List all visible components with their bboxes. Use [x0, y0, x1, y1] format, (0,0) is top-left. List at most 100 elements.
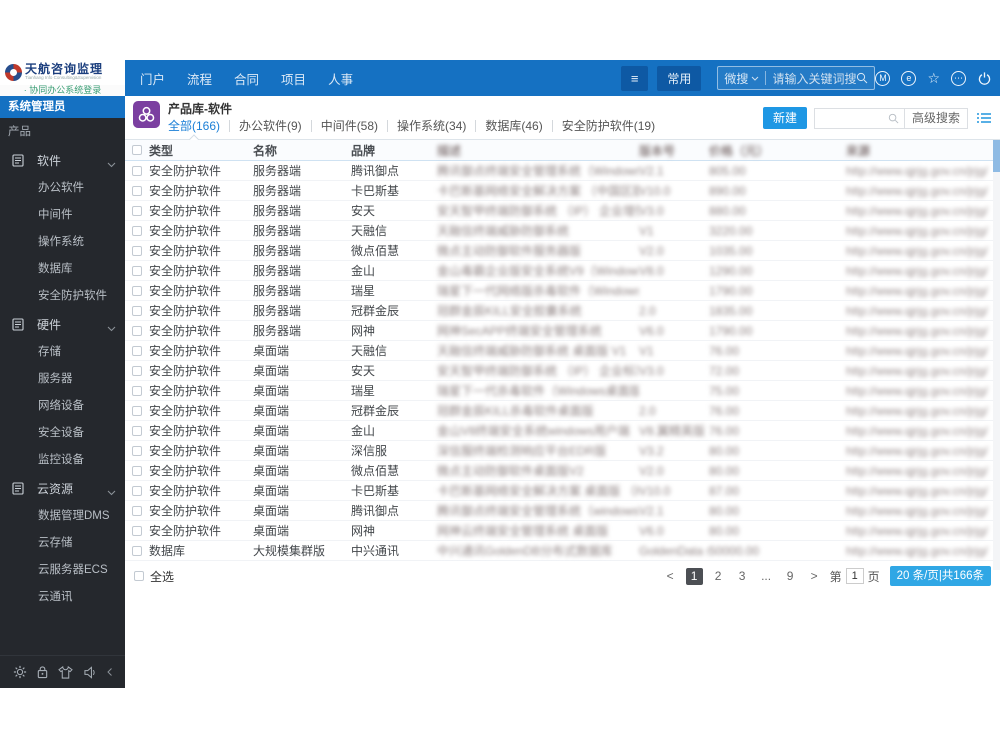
table-row[interactable]: 安全防护软件 服务器端 卡巴斯基 卡巴斯基网络安全解决方案 （中国区版本）KESSV1…: [125, 181, 1000, 201]
nav-item-门户[interactable]: 门户: [129, 69, 176, 88]
row-checkbox[interactable]: [132, 485, 142, 496]
tab-全部(166)[interactable]: 全部(166): [168, 117, 220, 134]
new-button[interactable]: 新建: [762, 107, 807, 129]
sidebar-group-软件[interactable]: 软件: [0, 146, 125, 175]
row-checkbox[interactable]: [132, 205, 142, 216]
favorite-icon[interactable]: ☆: [927, 71, 940, 85]
header-checkbox[interactable]: [132, 145, 142, 155]
table-row[interactable]: 安全防护软件 桌面端 瑞星 瑞星下一代杀毒软件（Windows桌面版） 75.00 htt…: [125, 381, 1000, 401]
tab-操作系统(34)[interactable]: 操作系统(34): [397, 117, 466, 134]
table-row[interactable]: 安全防护软件 服务器端 金山 金山毒霸企业版安全系统V9（Windows服务器版）V8…: [125, 261, 1000, 281]
power-icon[interactable]: [977, 71, 992, 86]
page-button-9[interactable]: 9: [782, 568, 799, 585]
page-button-2[interactable]: 2: [710, 568, 727, 585]
page-jump-input[interactable]: 1: [845, 568, 864, 584]
row-checkbox[interactable]: [132, 385, 142, 396]
settings-icon[interactable]: [13, 665, 27, 679]
collapse-icon[interactable]: [107, 668, 113, 676]
nav-item-项目[interactable]: 项目: [270, 69, 317, 88]
select-all-checkbox[interactable]: [134, 571, 144, 581]
sidebar-item-安全设备[interactable]: 安全设备: [0, 420, 125, 447]
speaker-icon[interactable]: [83, 665, 98, 679]
collab-login-link[interactable]: · 协同办公系统登录: [0, 85, 125, 96]
sidebar-item-监控设备[interactable]: 监控设备: [0, 447, 125, 474]
message-icon[interactable]: M: [875, 70, 891, 86]
row-checkbox[interactable]: [132, 325, 142, 336]
sidebar-item-网络设备[interactable]: 网络设备: [0, 393, 125, 420]
sidebar-item-中间件[interactable]: 中间件: [0, 202, 125, 229]
quick-access-button[interactable]: 常用: [657, 65, 702, 91]
sidebar-item-云服务器ECS[interactable]: 云服务器ECS: [0, 557, 125, 584]
table-row[interactable]: 安全防护软件 桌面端 冠群金辰 冠群金辰KILL杀毒软件桌面版 2.0 76.00 http…: [125, 401, 1000, 421]
table-row[interactable]: 安全防护软件 桌面端 深信服 深信服终端检测响应平台EDR版 V3.2 80.00 http…: [125, 441, 1000, 461]
row-checkbox[interactable]: [132, 345, 142, 356]
prev-page-button[interactable]: <: [662, 568, 679, 585]
row-checkbox[interactable]: [132, 225, 142, 236]
sidebar-item-服务器[interactable]: 服务器: [0, 366, 125, 393]
row-checkbox[interactable]: [132, 265, 142, 276]
nav-item-人事[interactable]: 人事: [317, 69, 364, 88]
table-row[interactable]: 安全防护软件 服务器端 瑞星 瑞星下一代网络版杀毒软件（Windows服务器） 1790…: [125, 281, 1000, 301]
tab-中间件(58)[interactable]: 中间件(58): [321, 117, 378, 134]
row-checkbox[interactable]: [132, 165, 142, 176]
row-checkbox[interactable]: [132, 545, 142, 556]
page-button-...[interactable]: ...: [758, 568, 775, 585]
list-view-icon[interactable]: [977, 112, 991, 124]
search-input[interactable]: 请输入关键词搜: [772, 70, 856, 87]
table-row[interactable]: 安全防护软件 桌面端 安天 安天智甲终端防御系统 （IP） 企业标准版 V3.0 72.0…: [125, 361, 1000, 381]
table-row[interactable]: 安全防护软件 服务器端 网神 网神SecAPP终端安全管理系统 V6.0 1790.00 h…: [125, 321, 1000, 341]
row-checkbox[interactable]: [132, 185, 142, 196]
tab-安全防护软件(19)[interactable]: 安全防护软件(19): [562, 117, 655, 134]
tab-办公软件(9)[interactable]: 办公软件(9): [239, 117, 302, 134]
select-all[interactable]: 全选: [134, 568, 174, 585]
table-row[interactable]: 安全防护软件 桌面端 卡巴斯基 卡巴斯基网络安全解决方案 桌面版 （KES 10）V1…: [125, 481, 1000, 501]
page-size-button[interactable]: 20 条/页|共166条: [889, 566, 991, 586]
sidebar-section-product[interactable]: 产品: [0, 118, 125, 146]
sidebar-item-操作系统[interactable]: 操作系统: [0, 229, 125, 256]
row-checkbox[interactable]: [132, 505, 142, 516]
table-row[interactable]: 安全防护软件 服务器端 天融信 天融信终端威胁防御系统 V1 3220.00 http://…: [125, 221, 1000, 241]
nav-item-合同[interactable]: 合同: [223, 69, 270, 88]
sidebar-item-云存储[interactable]: 云存储: [0, 530, 125, 557]
tab-数据库(46)[interactable]: 数据库(46): [485, 117, 542, 134]
theme-icon[interactable]: [58, 665, 74, 679]
row-checkbox[interactable]: [132, 405, 142, 416]
table-row[interactable]: 安全防护软件 桌面端 网神 网神云终端安全管理系统 桌面版 V6.0 80.00 http:…: [125, 521, 1000, 541]
sidebar-item-数据库[interactable]: 数据库: [0, 256, 125, 283]
lock-icon[interactable]: [36, 665, 49, 679]
service-icon[interactable]: e: [901, 70, 917, 86]
page-button-3[interactable]: 3: [734, 568, 751, 585]
sidebar-item-存储[interactable]: 存储: [0, 339, 125, 366]
table-row[interactable]: 安全防护软件 服务器端 腾讯御点 腾讯御点终端安全管理系统（Windows版）V2.1…: [125, 161, 1000, 181]
table-row[interactable]: 安全防护软件 桌面端 微点佰慧 微点主动防御软件桌面版V2 V2.0 80.00 http:…: [125, 461, 1000, 481]
row-checkbox[interactable]: [132, 305, 142, 316]
row-checkbox[interactable]: [132, 245, 142, 256]
row-checkbox[interactable]: [132, 425, 142, 436]
scrollbar-thumb[interactable]: [993, 140, 1000, 172]
search-scope-dropdown[interactable]: 微搜: [724, 70, 759, 87]
table-row[interactable]: 安全防护软件 桌面端 金山 金山V8终端安全系统windows用户端 V8.翼精英版 76…: [125, 421, 1000, 441]
advanced-search-button[interactable]: 高级搜索: [903, 107, 968, 129]
row-checkbox[interactable]: [132, 445, 142, 456]
row-checkbox[interactable]: [132, 525, 142, 536]
nav-item-流程[interactable]: 流程: [176, 69, 223, 88]
row-checkbox[interactable]: [132, 365, 142, 376]
more-icon[interactable]: ⋯: [951, 70, 966, 86]
page-button-1[interactable]: 1: [685, 567, 703, 585]
sidebar-item-办公软件[interactable]: 办公软件: [0, 175, 125, 202]
search-icon[interactable]: [856, 72, 868, 84]
table-search-input[interactable]: [813, 107, 904, 129]
table-row[interactable]: 安全防护软件 桌面端 腾讯御点 腾讯御点终端安全管理系统（windows版）V2.1V…: [125, 501, 1000, 521]
table-row[interactable]: 数据库 大规模集群版 中兴通讯 中兴通讯GoldenDB分布式数据库 GoldenDat…: [125, 541, 1000, 561]
global-search[interactable]: 微搜 请输入关键词搜: [717, 66, 876, 90]
table-row[interactable]: 安全防护软件 服务器端 冠群金辰 冠群金辰KILL安全胶囊系统 2.0 1835.00 ht…: [125, 301, 1000, 321]
scrollbar-track[interactable]: [993, 140, 1000, 570]
table-row[interactable]: 安全防护软件 服务器端 安天 安天智甲终端防御系统 （IP） 企业增强版 V3.0 880…: [125, 201, 1000, 221]
table-row[interactable]: 安全防护软件 服务器端 微点佰慧 微点主动防御软件服务器版 V2.0 1035.00 htt…: [125, 241, 1000, 261]
sidebar-group-云资源[interactable]: 云资源: [0, 474, 125, 503]
next-page-button[interactable]: >: [806, 568, 823, 585]
sidebar-item-安全防护软件[interactable]: 安全防护软件: [0, 283, 125, 310]
sidebar-group-硬件[interactable]: 硬件: [0, 310, 125, 339]
menu-toggle-button[interactable]: ≡: [620, 65, 649, 91]
sidebar-item-数据管理DMS[interactable]: 数据管理DMS: [0, 503, 125, 530]
